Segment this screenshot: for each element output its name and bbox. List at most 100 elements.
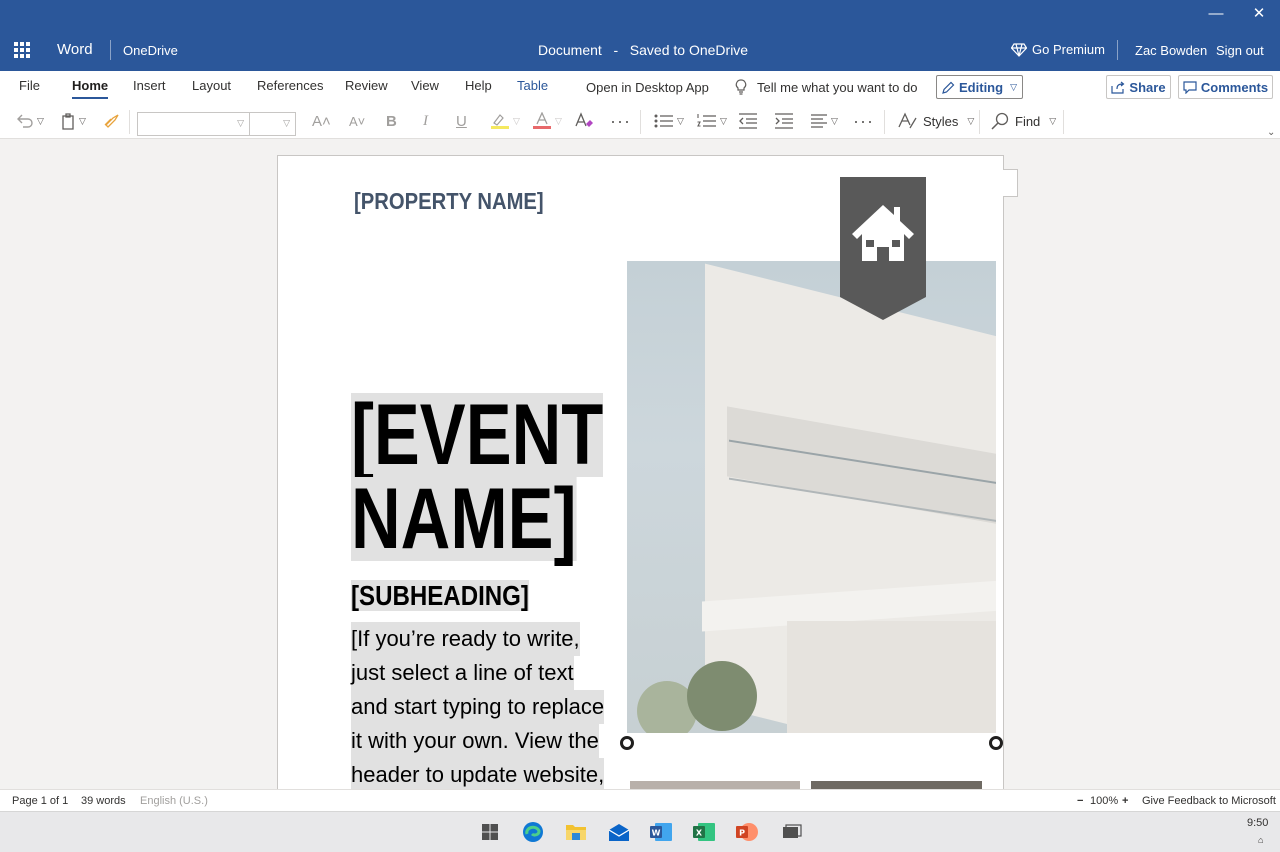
editing-mode-button[interactable]: Editing ▽ xyxy=(936,75,1023,99)
undo-button[interactable]: ▽ xyxy=(16,111,44,131)
tell-me-search[interactable]: Tell me what you want to do xyxy=(735,79,917,95)
app-name[interactable]: Word xyxy=(57,41,93,58)
clear-formatting-button[interactable] xyxy=(574,111,594,131)
house-banner-icon xyxy=(840,177,926,320)
go-premium-label: Go Premium xyxy=(1032,42,1105,57)
close-button[interactable]: ✕ xyxy=(1247,4,1271,24)
tab-review[interactable]: Review xyxy=(345,78,388,93)
chevron-down-icon: ▽ xyxy=(79,115,86,126)
decrease-indent-icon xyxy=(739,113,757,129)
system-clock[interactable]: 9:50 xyxy=(1247,817,1268,829)
sign-out-link[interactable]: Sign out xyxy=(1216,43,1264,58)
onedrive-link[interactable]: OneDrive xyxy=(123,43,178,58)
more-font-options-button[interactable]: ··· xyxy=(610,111,631,131)
subheading-text[interactable]: [SUBHEADING] xyxy=(351,580,529,612)
minimize-button[interactable]: — xyxy=(1204,4,1228,24)
ribbon-tabs: File Home Insert Layout References Revie… xyxy=(0,71,1280,104)
underline-icon: U xyxy=(456,112,467,130)
app-launcher-icon[interactable] xyxy=(14,42,30,58)
tab-file[interactable]: File xyxy=(19,78,40,93)
home-toolbar: ▽ ▽ ▽ ▽ A˄ A˅ B I U ▽ ▽ ··· ▽ ▽ ▽ ··· St… xyxy=(0,104,1280,139)
word-count[interactable]: 39 words xyxy=(81,795,126,807)
numbering-button[interactable]: ▽ xyxy=(697,111,727,131)
image-resize-handle[interactable] xyxy=(989,736,1003,750)
document-page[interactable]: [PROPERTY NAME] [EVENT NAME] [SUBHEADING… xyxy=(277,155,1004,795)
decrease-indent-button[interactable] xyxy=(738,111,758,131)
user-name[interactable]: Zac Bowden xyxy=(1135,43,1207,58)
property-name-text[interactable]: [PROPERTY NAME] xyxy=(354,188,544,215)
toolbar-divider xyxy=(979,110,980,134)
font-color-button[interactable]: ▽ xyxy=(532,111,562,131)
alignment-button[interactable]: ▽ xyxy=(810,111,838,131)
shrink-font-button[interactable]: A˅ xyxy=(349,111,365,131)
clipboard-button[interactable]: ▽ xyxy=(60,111,86,131)
italic-icon: I xyxy=(423,112,428,129)
increase-indent-button[interactable] xyxy=(774,111,794,131)
zoom-out-button[interactable]: − xyxy=(1077,795,1083,807)
event-name-heading[interactable]: [EVENT NAME] xyxy=(351,392,604,562)
share-label: Share xyxy=(1129,79,1166,95)
mail-icon[interactable] xyxy=(607,821,631,843)
font-size-dropdown[interactable]: ▽ xyxy=(249,112,296,136)
word-app-icon[interactable]: W xyxy=(649,821,673,843)
more-paragraph-options-button[interactable]: ··· xyxy=(853,111,874,131)
powerpoint-app-icon[interactable]: P xyxy=(735,821,759,843)
italic-button[interactable]: I xyxy=(423,111,428,131)
tab-help[interactable]: Help xyxy=(465,78,492,93)
styles-button[interactable]: Styles ▽ xyxy=(897,112,974,130)
bullet-list-icon xyxy=(654,114,673,128)
tab-home[interactable]: Home xyxy=(72,78,109,99)
chevron-down-icon: ▽ xyxy=(967,115,975,126)
clear-formatting-icon xyxy=(575,112,593,127)
comments-button[interactable]: Comments xyxy=(1178,75,1273,99)
expand-ribbon-button[interactable]: ⌄ xyxy=(1264,122,1275,142)
svg-text:P: P xyxy=(739,829,745,838)
bullets-button[interactable]: ▽ xyxy=(654,111,684,131)
feedback-link[interactable]: Give Feedback to Microsoft xyxy=(1142,795,1276,807)
underline-button[interactable]: U xyxy=(456,111,467,131)
tab-layout[interactable]: Layout xyxy=(192,78,231,93)
chevron-down-icon: ▽ xyxy=(283,118,290,128)
more-icon: ··· xyxy=(853,110,874,131)
shrink-font-icon: A˅ xyxy=(349,113,366,129)
lightbulb-icon xyxy=(735,79,747,95)
open-desktop-app-button[interactable]: Open in Desktop App xyxy=(586,80,709,95)
task-view-icon[interactable] xyxy=(779,821,803,843)
edge-browser-icon[interactable] xyxy=(521,821,545,843)
go-premium-button[interactable]: Go Premium xyxy=(1011,42,1105,57)
body-paragraph[interactable]: [If you’re ready to write, just select a… xyxy=(351,622,621,792)
find-button[interactable]: Find ▽ xyxy=(991,112,1056,130)
chevron-down-icon: ▽ xyxy=(720,115,727,126)
zoom-in-button[interactable]: + xyxy=(1122,795,1128,807)
toolbar-divider xyxy=(640,110,641,134)
format-painter-icon xyxy=(104,114,119,128)
bold-button[interactable]: B xyxy=(386,111,397,131)
body-line: it with your own. View the xyxy=(351,724,599,758)
tab-view[interactable]: View xyxy=(411,78,439,93)
language-indicator[interactable]: English (U.S.) xyxy=(140,795,208,807)
tab-insert[interactable]: Insert xyxy=(133,78,166,93)
status-bar: Page 1 of 1 39 words English (U.S.) − 10… xyxy=(0,789,1280,811)
zoom-level[interactable]: 100% xyxy=(1090,795,1118,807)
image-resize-handle[interactable] xyxy=(620,736,634,750)
toolbar-divider xyxy=(1063,110,1064,134)
page-count[interactable]: Page 1 of 1 xyxy=(12,795,68,807)
excel-app-icon[interactable]: X xyxy=(692,821,716,843)
undo-icon xyxy=(17,114,33,128)
grow-font-button[interactable]: A˄ xyxy=(312,111,331,131)
tree xyxy=(687,661,757,731)
title-bar: — ✕ Word OneDrive Document - Saved to On… xyxy=(0,0,1280,71)
file-explorer-icon[interactable] xyxy=(564,821,588,843)
windows-start-icon[interactable] xyxy=(482,824,498,840)
highlight-button[interactable]: ▽ xyxy=(490,111,520,131)
tell-me-label: Tell me what you want to do xyxy=(757,79,918,95)
font-name-dropdown[interactable]: ▽ xyxy=(137,112,250,136)
styles-icon xyxy=(898,112,917,129)
tab-references[interactable]: References xyxy=(257,78,323,93)
share-button[interactable]: Share xyxy=(1106,75,1171,99)
format-painter-button[interactable] xyxy=(103,111,121,131)
document-title[interactable]: Document - Saved to OneDrive xyxy=(538,42,748,58)
building-photo[interactable] xyxy=(627,261,996,733)
tab-table[interactable]: Table xyxy=(517,78,548,93)
notification-icon[interactable]: ⌂ xyxy=(1258,835,1263,845)
